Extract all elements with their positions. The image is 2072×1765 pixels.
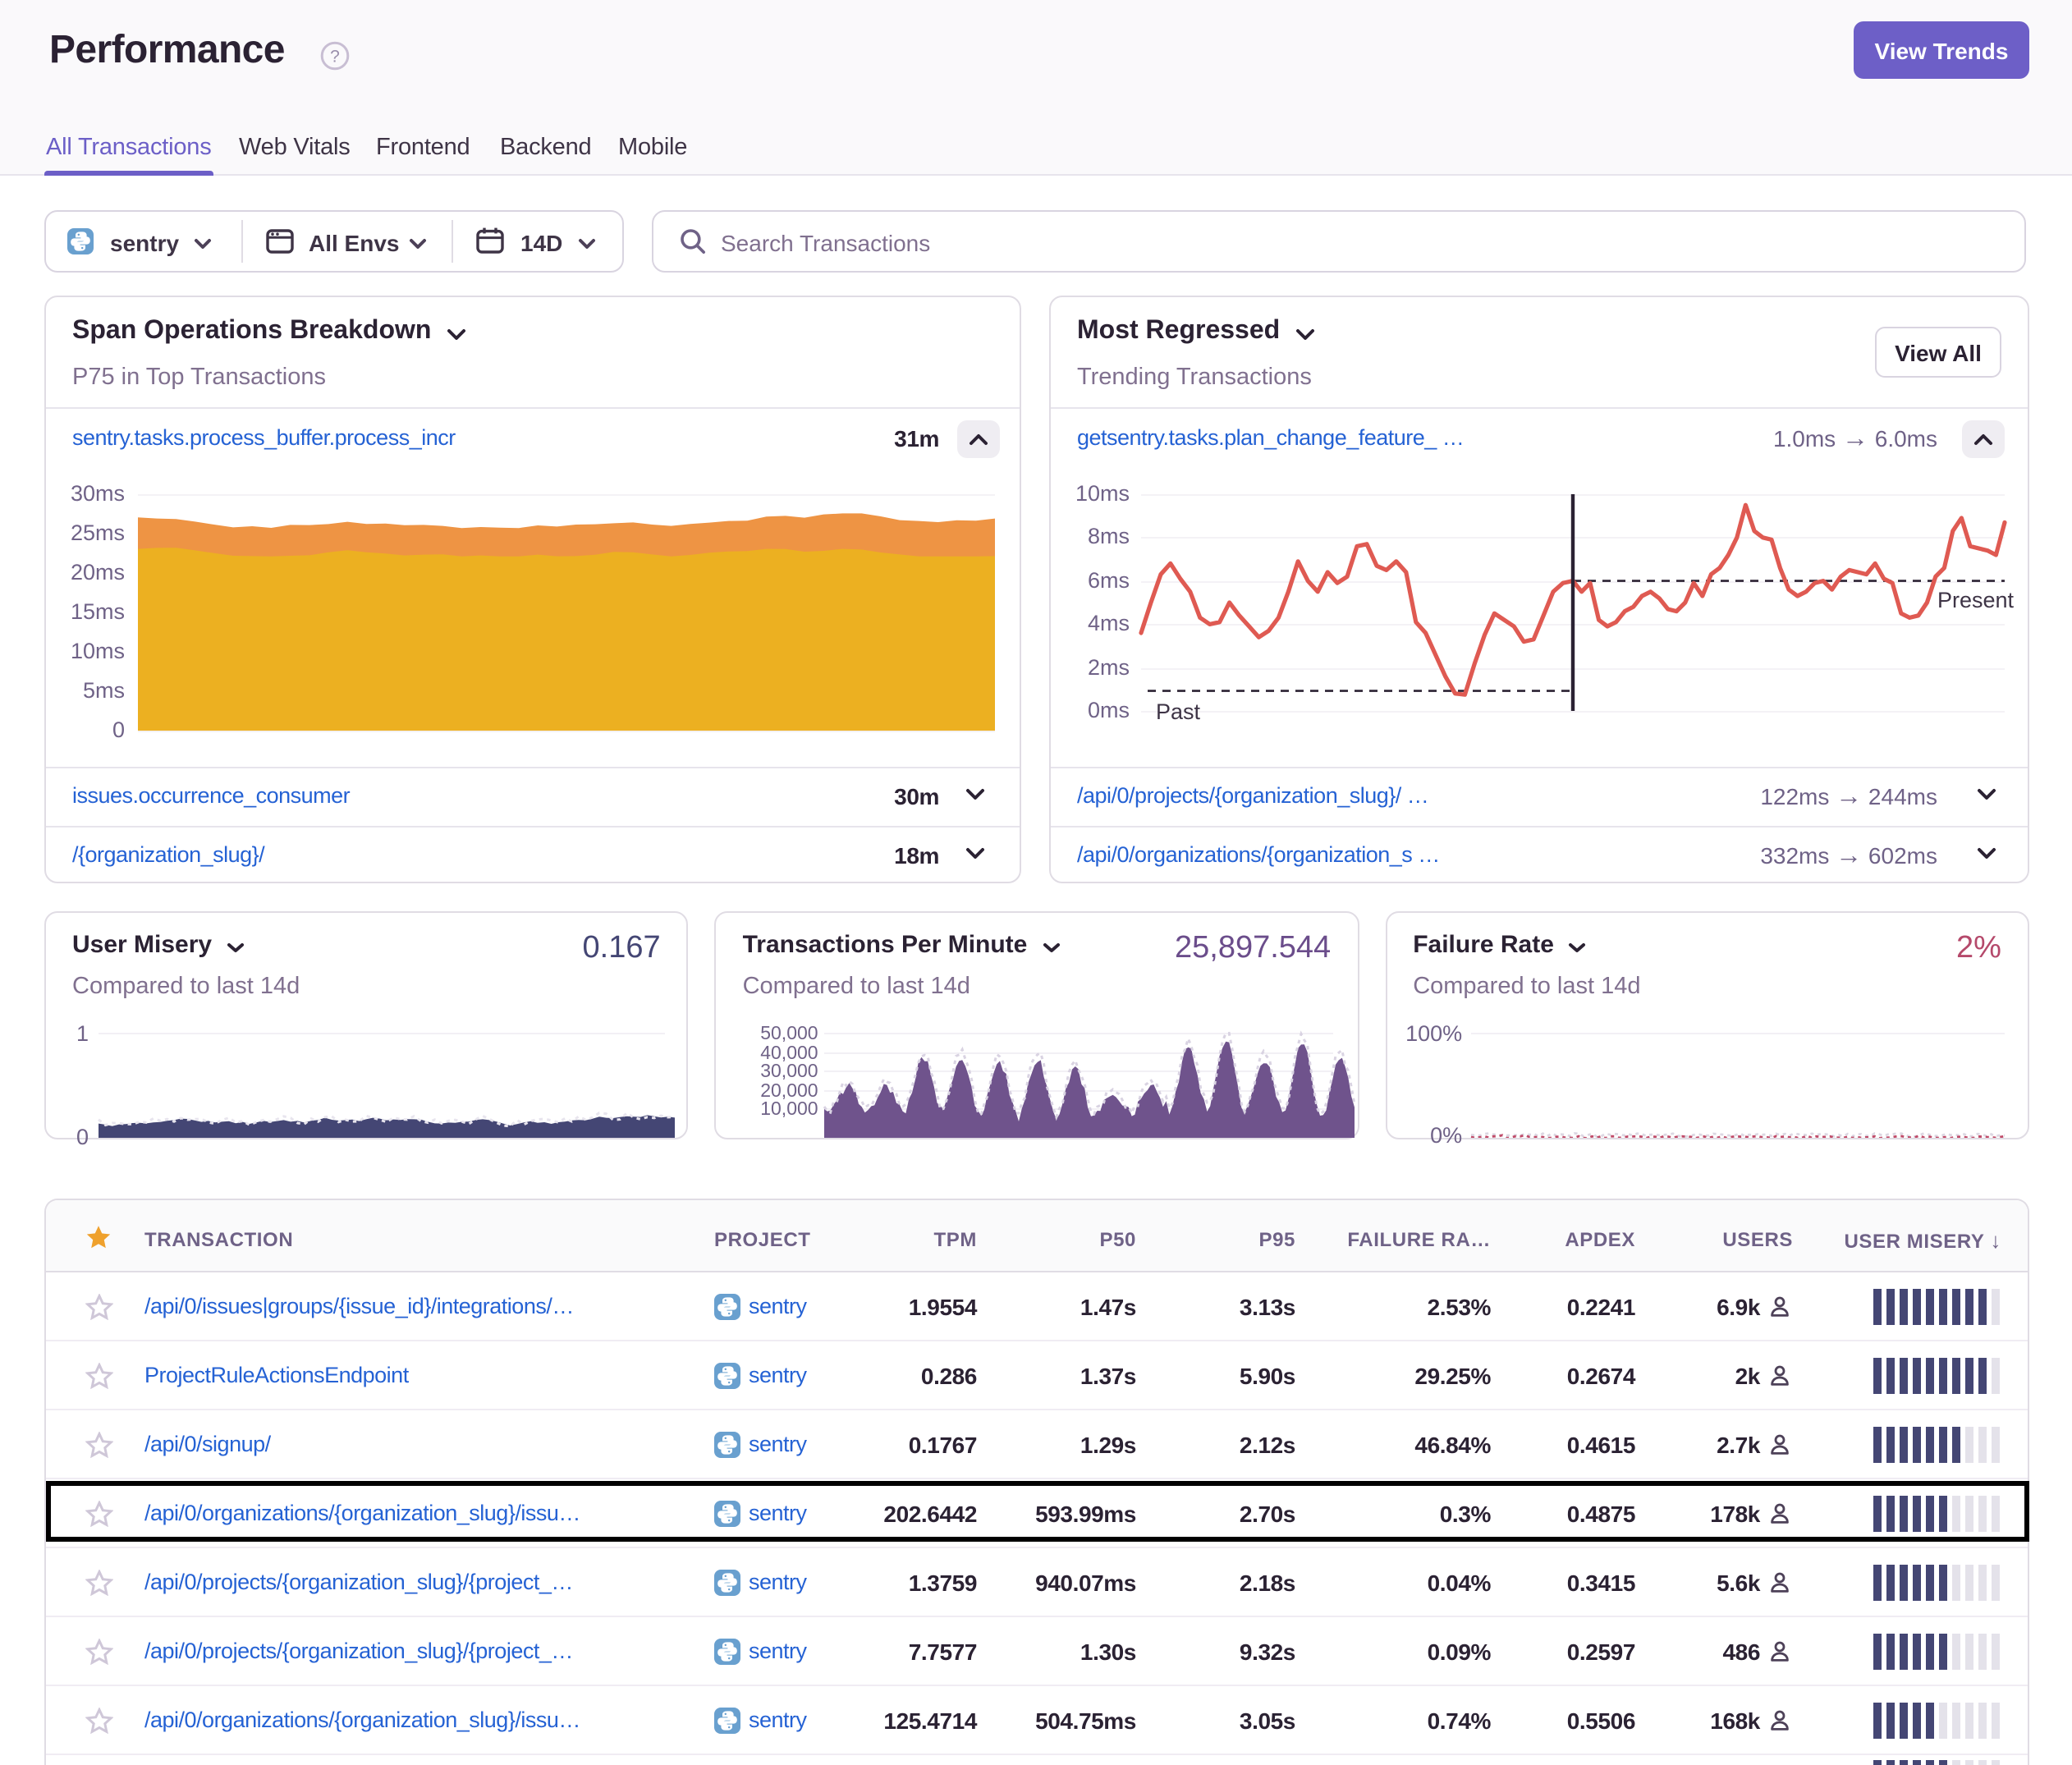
svg-text:?: ? — [330, 48, 340, 66]
